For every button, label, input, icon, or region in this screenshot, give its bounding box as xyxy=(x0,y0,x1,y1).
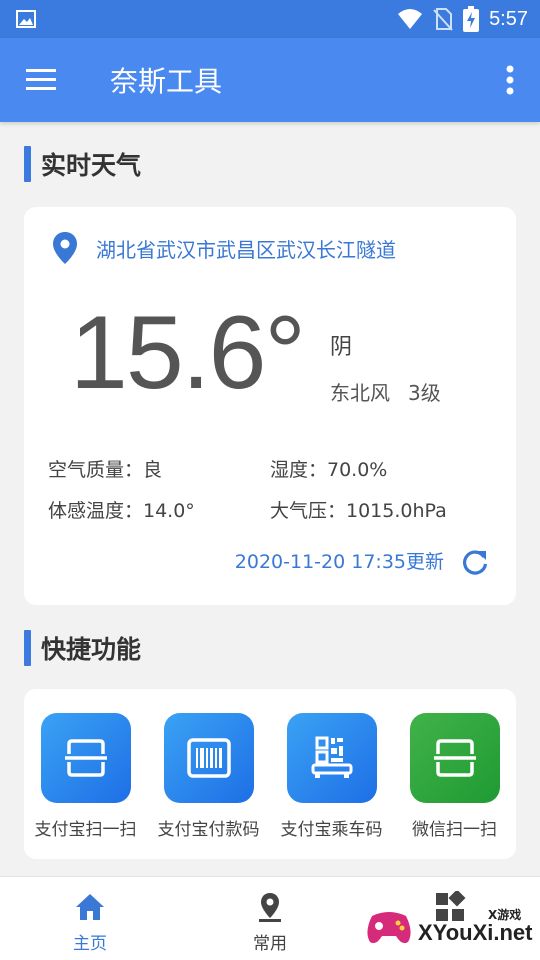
weather-card: 湖北省武汉市武昌区武汉长江隧道 15.6° 阴 东北风 3级 空气质量：良 湿度：… xyxy=(24,207,516,605)
shortcuts-section-header: 快捷功能 xyxy=(24,629,141,667)
location-pin-icon xyxy=(53,232,77,264)
watermark: X游戏 XYouXi.net xyxy=(364,898,534,954)
more-vertical-icon[interactable] xyxy=(504,64,516,96)
section-accent-bar xyxy=(24,630,31,666)
shortcut-icon-box xyxy=(409,713,500,803)
pressure: 大气压：1015.0hPa xyxy=(270,500,447,522)
location-pin-icon xyxy=(259,893,281,922)
shortcut-wechat-scan[interactable]: 微信扫一扫 xyxy=(393,713,516,840)
app-title: 奈斯工具 xyxy=(110,65,223,98)
shortcut-icon-box xyxy=(40,713,131,803)
shortcut-alipay-paycode[interactable]: 支付宝付款码 xyxy=(147,713,270,840)
scan-icon xyxy=(64,739,107,777)
shortcut-label: 支付宝付款码 xyxy=(157,820,260,840)
update-time: 2020-11-20 17:35更新 xyxy=(234,551,444,573)
nav-label: 主页 xyxy=(73,934,107,954)
shortcut-alipay-scan[interactable]: 支付宝扫一扫 xyxy=(24,713,147,840)
refresh-icon[interactable] xyxy=(460,547,490,577)
section-title: 快捷功能 xyxy=(41,635,142,664)
wind-info: 东北风 3级 xyxy=(330,377,459,406)
clock: 5:57 xyxy=(489,7,528,30)
nav-label: 常用 xyxy=(253,934,287,954)
shortcuts-card: 支付宝扫一扫 支付宝付款码 支付宝乘车码 微信扫一扫 xyxy=(24,689,516,859)
section-title: 实时天气 xyxy=(41,151,142,180)
temperature: 15.6° xyxy=(70,295,306,411)
nav-common[interactable]: 常用 xyxy=(180,877,360,960)
shortcut-alipay-buscode[interactable]: 支付宝乘车码 xyxy=(270,713,393,840)
bus-qr-icon xyxy=(311,736,352,778)
app-bar: 奈斯工具 xyxy=(0,38,540,122)
shortcut-label: 支付宝乘车码 xyxy=(280,820,383,840)
barcode-icon xyxy=(186,738,231,778)
wind-direction: 东北风 xyxy=(330,381,390,405)
shortcut-label: 支付宝扫一扫 xyxy=(34,820,137,840)
home-icon xyxy=(76,894,104,920)
watermark-text: XYouXi.net xyxy=(418,920,533,945)
no-sim-icon xyxy=(433,8,453,31)
gamepad-logo-icon xyxy=(367,912,411,944)
shortcut-icon-box xyxy=(163,713,254,803)
image-icon xyxy=(16,10,36,28)
shortcut-label: 微信扫一扫 xyxy=(412,820,497,840)
nav-home[interactable]: 主页 xyxy=(0,877,180,960)
humidity: 湿度：70.0% xyxy=(270,459,388,481)
air-quality: 空气质量：良 xyxy=(48,459,163,481)
wind-level: 3级 xyxy=(408,381,441,405)
scan-icon xyxy=(433,739,476,777)
battery-charging-icon xyxy=(463,6,480,32)
section-accent-bar xyxy=(24,146,31,182)
shortcut-icon-box xyxy=(286,713,377,803)
location-row: 湖北省武汉市武昌区武汉长江隧道 xyxy=(52,231,396,265)
weather-section-header: 实时天气 xyxy=(24,145,141,183)
hamburger-menu-icon[interactable] xyxy=(26,66,58,94)
feels-like: 体感温度：14.0° xyxy=(48,500,195,522)
location-text: 湖北省武汉市武昌区武汉长江隧道 xyxy=(96,237,396,262)
weather-condition: 阴 xyxy=(330,335,353,360)
shortcut-list: 支付宝扫一扫 支付宝付款码 支付宝乘车码 微信扫一扫 xyxy=(24,713,516,840)
wifi-icon xyxy=(398,9,423,29)
status-bar: 5:57 xyxy=(0,0,540,38)
